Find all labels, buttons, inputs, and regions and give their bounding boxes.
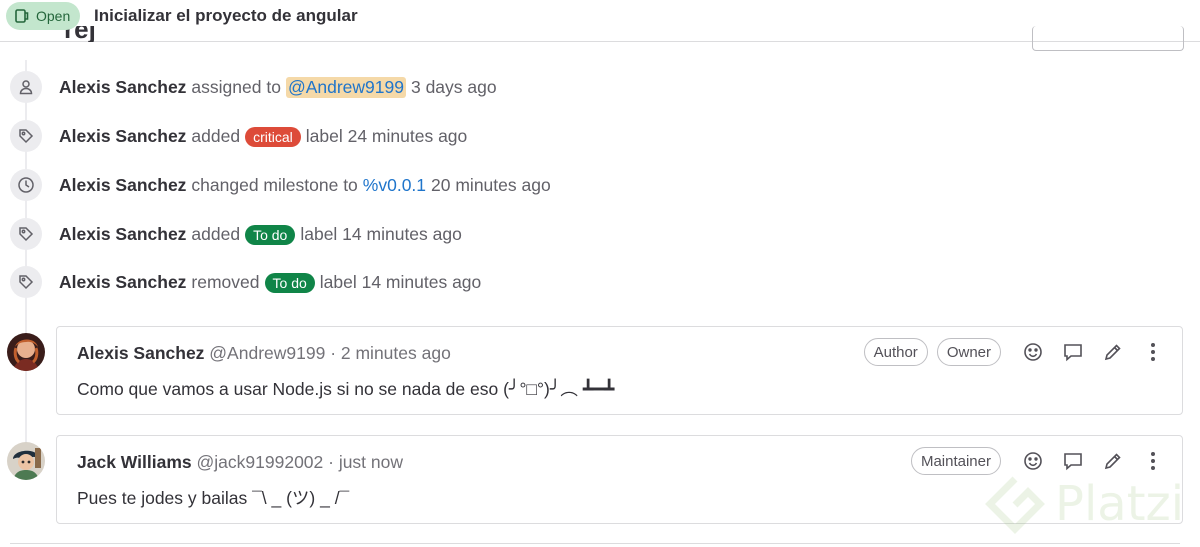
edit-button[interactable] (1100, 338, 1126, 366)
note-meta: @Andrew9199 · 2 minutes ago (209, 343, 451, 363)
comment-form-edge (10, 543, 1180, 544)
event-time: label 24 minutes ago (305, 126, 468, 146)
kebab-icon (1151, 452, 1155, 470)
label-critical[interactable]: critical (245, 126, 301, 147)
tag-icon (10, 266, 42, 298)
note-meta: @jack91992002 · just now (196, 452, 404, 472)
event-time: label 14 minutes ago (319, 272, 482, 292)
note-body: Como que vamos a usar Node.js si no se n… (77, 379, 615, 399)
event-author-link[interactable]: Alexis Sanchez (59, 272, 186, 293)
event-action: assigned to (191, 77, 281, 97)
add-reaction-button[interactable] (1020, 447, 1046, 475)
avatar[interactable] (7, 442, 45, 480)
clock-icon (10, 169, 42, 201)
maintainer-badge: Maintainer (910, 447, 1001, 475)
actions-dropdown[interactable] (1032, 26, 1184, 51)
label-to-do[interactable]: To do (264, 272, 315, 293)
pencil-icon (1104, 344, 1121, 361)
note-author-link[interactable]: Alexis Sanchez (77, 343, 204, 363)
note-header: Jack Williams @jack91992002 · just now (77, 452, 403, 473)
avatar[interactable] (7, 333, 45, 371)
more-actions-button[interactable] (1140, 447, 1166, 475)
system-note: Alexis Sanchez added To do label 14 minu… (0, 214, 1200, 254)
more-actions-button[interactable] (1140, 338, 1166, 366)
author-badge: Author (863, 338, 928, 366)
event-author-link[interactable]: Alexis Sanchez (59, 175, 186, 196)
event-author-link[interactable]: Alexis Sanchez (59, 224, 186, 245)
event-action: removed (191, 272, 260, 292)
note-author-link[interactable]: Jack Williams (77, 452, 192, 472)
issue-open-icon (15, 9, 29, 23)
status-label: Open (36, 8, 71, 24)
watermark-text: Platzi (1055, 476, 1185, 532)
note-body: Pues te jodes y bailas ¯\ _ (ツ) _ /¯ (77, 488, 350, 508)
event-time: label 14 minutes ago (300, 224, 462, 244)
milestone-link[interactable]: %v0.0.1 (363, 175, 426, 196)
system-note: Alexis Sanchez assigned to @Andrew9199 3… (0, 67, 1200, 107)
role-badges: Maintainer (910, 447, 1001, 475)
pencil-icon (1104, 453, 1121, 470)
sticky-header: rej Open Inicializar el proyecto de angu… (0, 0, 1200, 51)
comment-icon (1064, 344, 1082, 362)
platzi-watermark: Platzi (985, 474, 1184, 534)
kebab-icon (1151, 343, 1155, 361)
event-author-link[interactable]: Alexis Sanchez (59, 126, 186, 147)
edit-button[interactable] (1100, 447, 1126, 475)
event-action: added (191, 224, 241, 244)
system-note: Alexis Sanchez changed milestone to %v0.… (0, 165, 1200, 205)
tag-icon (10, 120, 42, 152)
smiley-icon (1024, 452, 1042, 470)
smiley-icon (1024, 343, 1042, 361)
system-note: Alexis Sanchez removed To do label 14 mi… (0, 262, 1200, 302)
label-to-do[interactable]: To do (245, 224, 296, 245)
status-badge: Open (6, 2, 81, 30)
system-note: Alexis Sanchez added critical label 24 m… (0, 116, 1200, 156)
user-mention-link[interactable]: @Andrew9199 (285, 77, 406, 98)
tag-icon (10, 218, 42, 250)
event-time: 20 minutes ago (431, 175, 551, 195)
add-reaction-button[interactable] (1020, 338, 1046, 366)
issue-title: Inicializar el proyecto de angular (94, 6, 358, 25)
owner-badge: Owner (936, 338, 1001, 366)
note-header: Alexis Sanchez @Andrew9199 · 2 minutes a… (77, 343, 451, 364)
event-author-link[interactable]: Alexis Sanchez (59, 77, 186, 98)
reply-button[interactable] (1060, 338, 1086, 366)
reply-button[interactable] (1060, 447, 1086, 475)
platzi-logo-icon (985, 476, 1045, 534)
note-actions (1020, 338, 1166, 366)
event-time: 3 days ago (410, 77, 497, 97)
role-badges: Author Owner (863, 338, 1001, 366)
event-action: changed milestone to (191, 175, 358, 195)
event-action: added (191, 126, 241, 146)
user-icon (10, 71, 42, 103)
note-actions (1020, 447, 1166, 475)
note-card: Alexis Sanchez @Andrew9199 · 2 minutes a… (56, 326, 1183, 415)
comment-icon (1064, 453, 1082, 471)
